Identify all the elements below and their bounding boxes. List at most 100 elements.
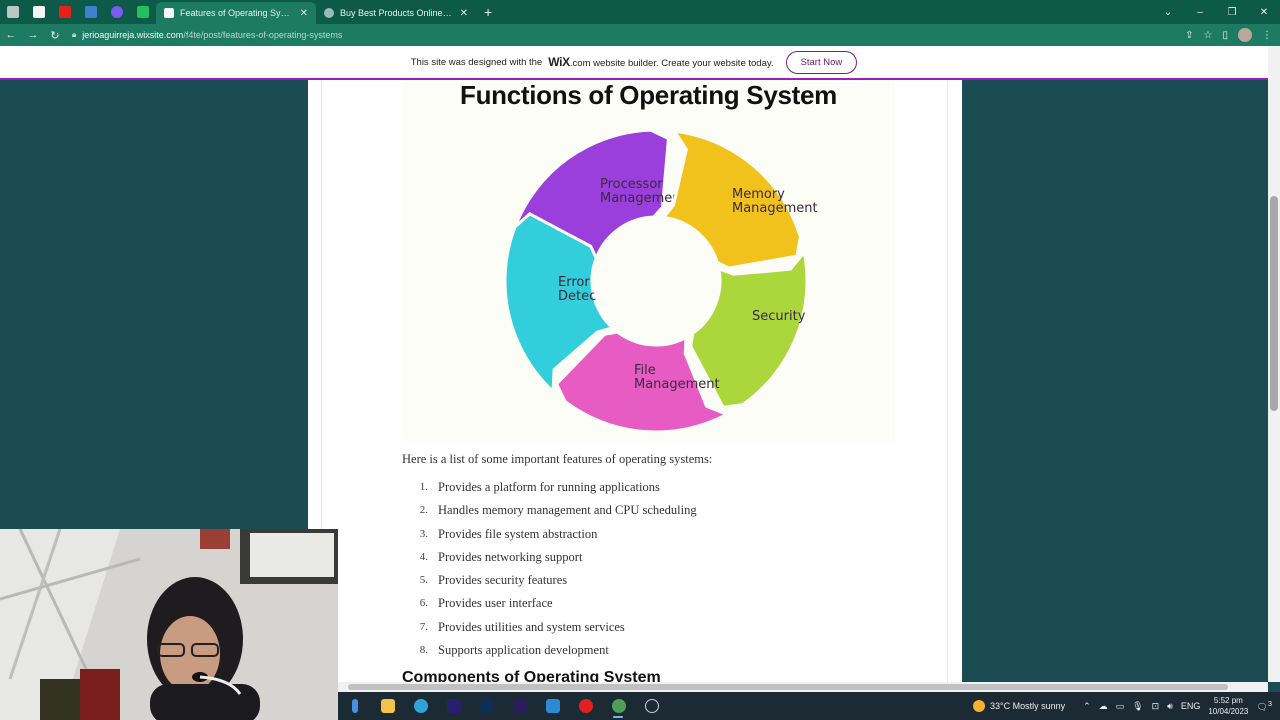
- notification-count: 3: [1267, 699, 1272, 708]
- weather-widget[interactable]: 33°C Mostly sunny: [972, 700, 1065, 712]
- segment-label-line1: Error: [558, 275, 590, 290]
- side-panel-icon[interactable]: ▯: [1222, 30, 1228, 41]
- tab-title: Buy Best Products Online - Shop: [340, 8, 454, 18]
- segment-label-line1: File: [634, 363, 656, 378]
- globe-icon: [324, 8, 334, 18]
- cloud-icon[interactable]: ☁: [1099, 701, 1108, 712]
- folder-icon: [380, 699, 395, 713]
- volume-icon[interactable]: 🔊︎: [1167, 701, 1173, 712]
- cycle-diagram: Processor Management Memory ManagementSecur…: [503, 128, 818, 434]
- chevron-up-icon[interactable]: ⌃: [1083, 701, 1091, 712]
- start-now-button[interactable]: Start Now: [785, 50, 858, 74]
- feature-number: 6.: [419, 597, 428, 610]
- segment-label-line2: Management: [732, 201, 818, 216]
- next-section-heading: Components of Operating System: [402, 669, 661, 682]
- bookmark-star-icon[interactable]: ☆: [1204, 30, 1213, 41]
- opera-icon: [578, 699, 593, 713]
- feature-text: Provides security features: [438, 573, 568, 588]
- microphone-icon[interactable]: 🎙︎: [1132, 701, 1143, 712]
- taskbar-edge[interactable]: [404, 692, 437, 720]
- forward-icon[interactable]: →: [22, 29, 44, 41]
- tab-buy-best-products[interactable]: Buy Best Products Online - Shop ✕: [316, 2, 476, 24]
- close-window-icon[interactable]: ✕: [1248, 7, 1280, 18]
- taskbar-opera[interactable]: [569, 692, 602, 720]
- feature-number: 3.: [419, 527, 428, 540]
- edge-icon: [413, 699, 428, 713]
- cycle-segment-label: Memory Management: [732, 187, 818, 216]
- taskbar: 33°C Mostly sunny ⌃ ☁ ▭ 🎙︎ ⊡ 🔊︎ ENG 5:52…: [338, 692, 1280, 720]
- taskbar-photoshop[interactable]: [470, 692, 503, 720]
- taskbar-premiere[interactable]: [437, 692, 470, 720]
- segment-label-line1: Processor: [600, 177, 663, 192]
- pinned-tab-youtube[interactable]: [52, 0, 78, 24]
- display-icon[interactable]: ▭: [1116, 701, 1125, 712]
- pinned-tab-sheets[interactable]: [0, 0, 26, 24]
- pinned-tab-contacts[interactable]: [78, 0, 104, 24]
- chat-icon: [137, 6, 149, 18]
- wix-logo: WiX: [548, 55, 570, 69]
- app-icon: [351, 699, 358, 713]
- youtube-icon: [59, 6, 71, 18]
- url-path: /f4te/post/features-of-operating-systems: [183, 30, 343, 40]
- close-icon[interactable]: ✕: [460, 8, 468, 19]
- vscode-icon: [545, 699, 560, 713]
- after-effects-icon: [512, 699, 527, 713]
- taskbar-chrome[interactable]: [602, 692, 635, 720]
- taskbar-vscode[interactable]: [536, 692, 569, 720]
- os-functions-figure: Functions of Operating System Processor M…: [402, 80, 895, 441]
- menu-kebab-icon[interactable]: ⋮: [1262, 30, 1272, 41]
- url-field[interactable]: 🔒︎ jerioaguirreja.wixsite.com/f4te/post/…: [72, 30, 1185, 40]
- feature-text: Provides file system abstraction: [438, 526, 598, 541]
- reload-icon[interactable]: ↻: [44, 29, 66, 42]
- share-icon[interactable]: ⇪: [1185, 30, 1193, 41]
- tab-title: Features of Operating Systems: [180, 8, 294, 18]
- clock-time: 5:52 pm: [1213, 696, 1243, 705]
- cycle-center: [593, 218, 719, 344]
- contacts-icon: [85, 6, 97, 18]
- wix-banner-text-after: .com website builder. Create your websit…: [569, 58, 774, 69]
- feature-item: 8. Supports application development: [402, 643, 697, 666]
- tab-search-icon[interactable]: ⌄: [1152, 7, 1184, 18]
- feature-number: 5.: [419, 574, 428, 587]
- taskbar-file-explorer[interactable]: [371, 692, 404, 720]
- wix-banner: This site was designed with the WiX.com …: [0, 46, 1268, 80]
- language-indicator[interactable]: ENG: [1181, 701, 1201, 711]
- wix-banner-text: This site was designed with the: [410, 56, 543, 68]
- notifications-icon[interactable]: 🗨︎3: [1256, 699, 1272, 713]
- taskbar-app-generic[interactable]: [338, 692, 371, 720]
- feature-text: Supports application development: [438, 643, 609, 658]
- minimize-icon[interactable]: –: [1184, 7, 1216, 18]
- feature-item: 6. Provides user interface: [402, 596, 697, 619]
- wix-icon: [33, 6, 45, 18]
- feature-item: 2. Handles memory management and CPU sche…: [402, 503, 697, 526]
- scrollbar-thumb[interactable]: [348, 684, 1228, 690]
- lock-icon[interactable]: 🔒︎: [72, 30, 76, 40]
- address-bar-actions: ⇪ ☆ ▯ ⋮: [1185, 28, 1280, 42]
- wix-favicon-icon: [164, 8, 174, 18]
- tab-features-of-operating-systems[interactable]: Features of Operating Systems ✕: [156, 2, 316, 24]
- back-icon[interactable]: ←: [0, 29, 22, 41]
- scrollbar-thumb[interactable]: [1270, 196, 1278, 411]
- feature-text: Provides networking support: [438, 549, 583, 564]
- profile-avatar[interactable]: [1238, 28, 1252, 42]
- window-controls: ⌄ – ❐ ✕: [1152, 0, 1280, 24]
- restore-icon[interactable]: ❐: [1216, 7, 1248, 18]
- network-icon[interactable]: ⊡: [1152, 701, 1160, 712]
- url-host: jerioaguirreja.wixsite.com: [82, 30, 184, 40]
- feature-item: 4. Provides networking support: [402, 550, 697, 573]
- feature-text: Handles memory management and CPU schedu…: [438, 503, 697, 518]
- horizontal-scrollbar[interactable]: [338, 682, 1268, 692]
- new-tab-icon[interactable]: +: [484, 4, 492, 20]
- taskbar-after-effects[interactable]: [503, 692, 536, 720]
- vertical-scrollbar[interactable]: [1268, 46, 1280, 682]
- feature-item: 7. Provides utilities and system services: [402, 620, 697, 643]
- close-icon[interactable]: ✕: [300, 8, 308, 19]
- feature-text: Provides user interface: [438, 596, 553, 611]
- pinned-tab-messenger[interactable]: [104, 0, 130, 24]
- feature-item: 3. Provides file system abstraction: [402, 527, 697, 550]
- pinned-tab-wix[interactable]: [26, 0, 52, 24]
- pinned-tab-chat[interactable]: [130, 0, 156, 24]
- taskbar-clock-app[interactable]: [635, 692, 668, 720]
- clock[interactable]: 5:52 pm 10/04/2023: [1208, 695, 1248, 717]
- feature-number: 1.: [419, 481, 428, 493]
